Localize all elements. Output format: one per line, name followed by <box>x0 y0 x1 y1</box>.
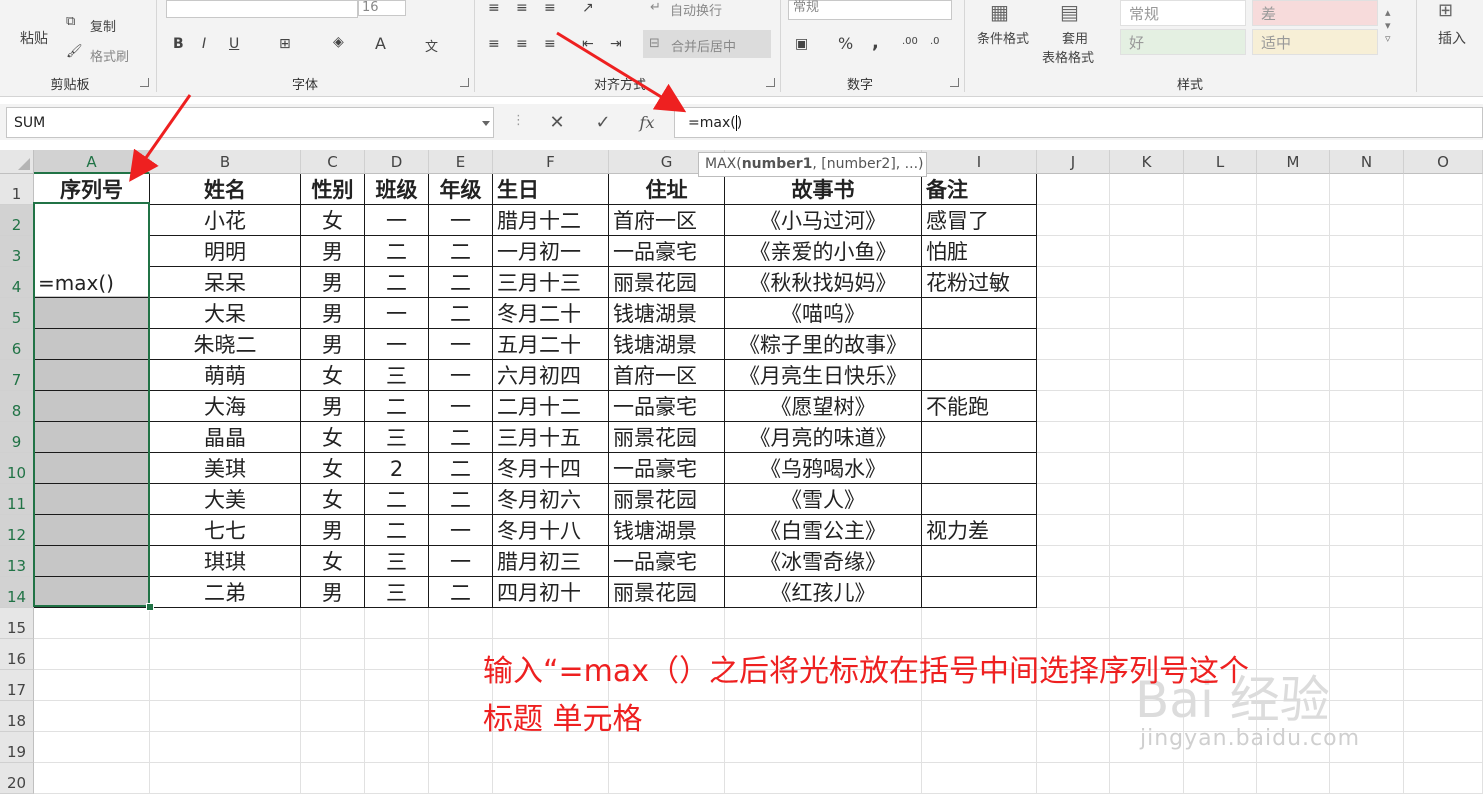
arrow-to-column-a <box>129 94 192 182</box>
arrow-to-formula <box>556 31 687 113</box>
annotation-arrows <box>129 31 687 182</box>
